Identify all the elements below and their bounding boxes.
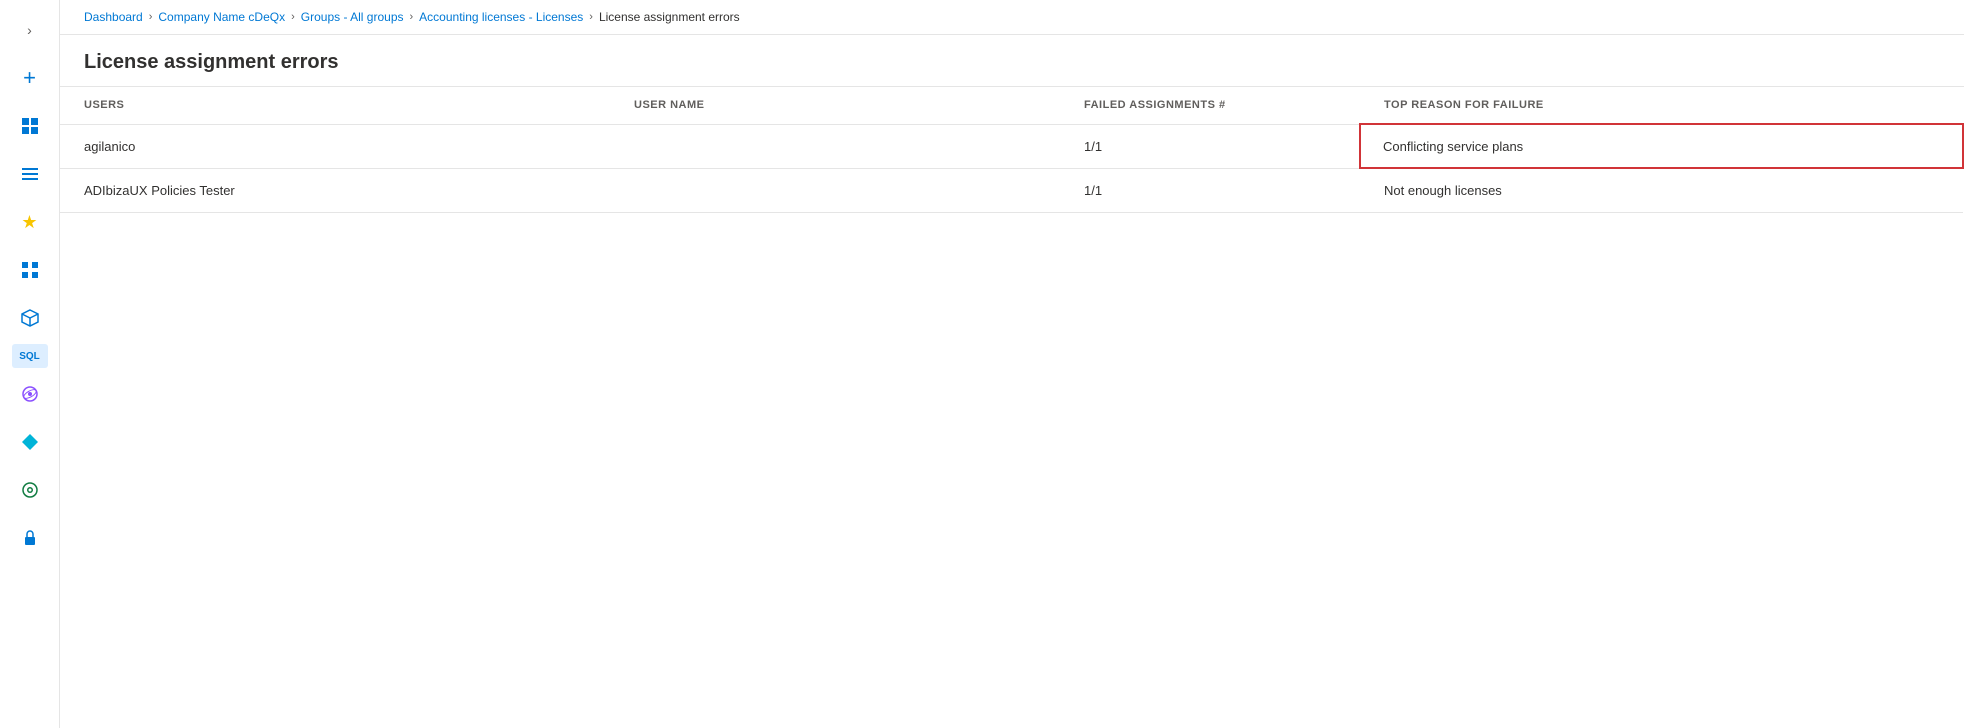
cell-username-2 (610, 168, 1060, 213)
breadcrumb: Dashboard › Company Name cDeQx › Groups … (60, 0, 1964, 35)
breadcrumb-company[interactable]: Company Name cDeQx (158, 10, 285, 24)
col-header-users: USERS (60, 87, 610, 124)
orbit-icon[interactable] (8, 372, 52, 416)
dashboard-icon[interactable] (8, 104, 52, 148)
cell-failed-1: 1/1 (1060, 124, 1360, 168)
cell-username-1 (610, 124, 1060, 168)
table-container: USERS USER NAME FAILED ASSIGNMENTS # TOP… (60, 87, 1964, 728)
errors-table: USERS USER NAME FAILED ASSIGNMENTS # TOP… (60, 87, 1964, 213)
cell-failed-2: 1/1 (1060, 168, 1360, 213)
table-row: agilanico 1/1 Conflicting service plans (60, 124, 1963, 168)
cell-reason-2: Not enough licenses (1360, 168, 1963, 213)
col-header-failed: FAILED ASSIGNMENTS # (1060, 87, 1360, 124)
breadcrumb-current: License assignment errors (599, 10, 740, 24)
list-icon[interactable] (8, 152, 52, 196)
page-header: License assignment errors (60, 35, 1964, 87)
grid-icon[interactable] (8, 248, 52, 292)
breadcrumb-sep-2: › (291, 11, 295, 23)
eye-icon[interactable] (8, 468, 52, 512)
breadcrumb-sep-3: › (410, 11, 414, 23)
collapse-icon[interactable]: › (8, 8, 52, 52)
breadcrumb-licenses[interactable]: Accounting licenses - Licenses (419, 10, 583, 24)
sql-icon[interactable]: SQL (12, 344, 48, 368)
col-header-username: USER NAME (610, 87, 1060, 124)
main-content: Dashboard › Company Name cDeQx › Groups … (60, 0, 1964, 728)
table-row: ADIbizaUX Policies Tester 1/1 Not enough… (60, 168, 1963, 213)
lock-icon[interactable] (8, 516, 52, 560)
page-title: License assignment errors (84, 51, 1940, 74)
cell-users-1: agilanico (60, 124, 610, 168)
table-header-row: USERS USER NAME FAILED ASSIGNMENTS # TOP… (60, 87, 1963, 124)
col-header-reason: TOP REASON FOR FAILURE (1360, 87, 1963, 124)
cell-reason-1[interactable]: Conflicting service plans (1360, 124, 1963, 168)
breadcrumb-sep-1: › (149, 11, 153, 23)
cell-users-2: ADIbizaUX Policies Tester (60, 168, 610, 213)
breadcrumb-sep-4: › (589, 11, 593, 23)
breadcrumb-dashboard[interactable]: Dashboard (84, 10, 143, 24)
package-icon[interactable] (8, 296, 52, 340)
diamond-icon[interactable] (8, 420, 52, 464)
breadcrumb-groups[interactable]: Groups - All groups (301, 10, 404, 24)
sidebar: › + ★ SQL (0, 0, 60, 728)
star-icon[interactable]: ★ (8, 200, 52, 244)
add-icon[interactable]: + (8, 56, 52, 100)
